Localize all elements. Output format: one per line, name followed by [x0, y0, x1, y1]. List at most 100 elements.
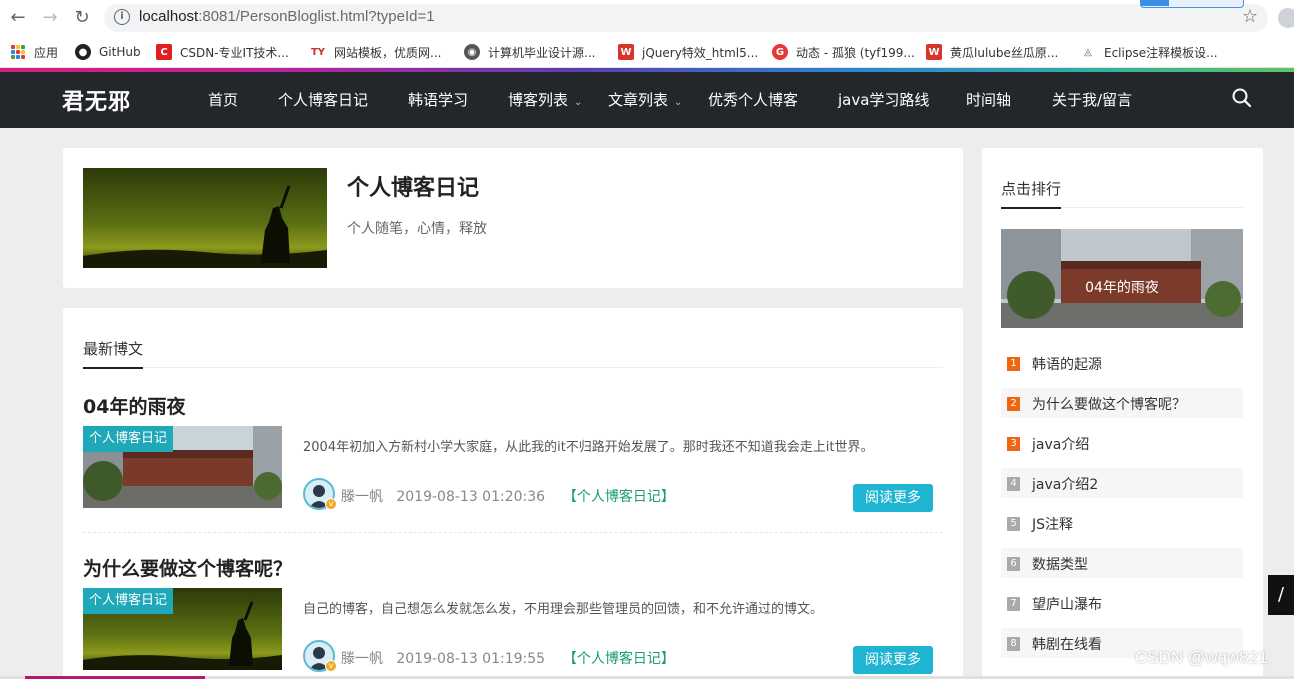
ranking-item[interactable]: 6 数据类型 — [1001, 548, 1243, 578]
post-author[interactable]: 滕一帆 — [341, 651, 383, 667]
category-header-card: 个人博客日记 个人随笔，心情，释放 — [63, 148, 963, 288]
ranking-title[interactable]: 为什么要做这个博客呢？ — [1032, 394, 1186, 414]
ty-icon: TY — [310, 44, 326, 60]
bookmark-eclipse[interactable]: ◬ Eclipse注释模板设... — [1080, 42, 1218, 62]
nav-home[interactable]: 首页 — [208, 89, 238, 110]
ranking-title[interactable]: 数据类型 — [1032, 554, 1088, 574]
latest-posts-card: 最新博文 04年的雨夜 个人博客日记 2004年初加入方新村小学大家庭，从此我的… — [63, 308, 963, 679]
read-more-button[interactable]: 阅读更多 — [853, 646, 933, 674]
chevron-down-icon: ⌄ — [574, 97, 583, 108]
info-icon[interactable]: i — [114, 9, 130, 25]
read-more-button[interactable]: 阅读更多 — [853, 484, 933, 512]
ranking-item[interactable]: 4 java介绍2 — [1001, 468, 1243, 498]
category-title: 个人博客日记 — [347, 176, 480, 201]
post-category-link[interactable]: 个人博客日记 — [577, 489, 661, 505]
csdn-icon: C — [156, 44, 172, 60]
back-arrow-icon[interactable]: ← — [6, 5, 30, 29]
address-bar[interactable]: i localhost:8081/PersonBloglist.html?typ… — [104, 4, 1268, 32]
chevron-down-icon: ⌄ — [674, 97, 683, 108]
bookmark-lulube[interactable]: W 黄瓜lulube丝瓜原... — [926, 42, 1058, 62]
post-excerpt: 自己的博客，自己想怎么发就怎么发，不用理会那些管理员的回馈，和不允许通过的博文。 — [303, 602, 824, 617]
post-thumbnail[interactable]: 个人博客日记 — [83, 588, 282, 670]
bookmark-github[interactable]: ● GitHub — [75, 42, 141, 62]
rank-number: 5 — [1007, 517, 1020, 531]
post-item: 为什么要做这个博客呢？ 个人博客日记 自己的博客，自己想怎么发就怎么发，不用理会… — [83, 554, 943, 679]
ranking-item[interactable]: 1 韩语的起源 — [1001, 348, 1243, 378]
ranking-item[interactable]: 3 java介绍 — [1001, 428, 1243, 458]
post-meta: 滕一帆 2019-08-13 01:20:36 【个人博客日记】 — [341, 489, 675, 505]
watermark: CSDN @wqw821 — [1135, 648, 1268, 667]
ranking-title[interactable]: 韩剧在线看 — [1032, 634, 1102, 654]
post-item: 04年的雨夜 个人博客日记 2004年初加入方新村小学大家庭，从此我的it不归路… — [83, 392, 943, 532]
address-url[interactable]: localhost:8081/PersonBloglist.html?typeI… — [139, 8, 435, 25]
jq-icon: W — [618, 44, 634, 60]
bookmark-dynamic[interactable]: G 动态 - 孤狼 (tyf199... — [772, 42, 915, 62]
post-category-tag[interactable]: 个人博客日记 — [83, 588, 174, 614]
ranking-title[interactable]: 韩语的起源 — [1032, 354, 1102, 374]
bookmark-jquery[interactable]: W jQuery特效_html5... — [618, 42, 758, 62]
bookmarks-bar: 应用 ● GitHub C CSDN-专业IT技术... TY 网站模板，优质网… — [0, 36, 1294, 68]
rank-number: 2 — [1007, 397, 1020, 411]
post-category-link[interactable]: 个人博客日记 — [577, 651, 661, 667]
bookmark-csdn[interactable]: C CSDN-专业IT技术... — [156, 42, 289, 62]
post-meta: 滕一帆 2019-08-13 01:19:55 【个人博客日记】 — [341, 651, 675, 667]
nav-blog-list[interactable]: 博客列表 ⌄ — [508, 89, 582, 110]
jq-icon: W — [926, 44, 942, 60]
side-float-button[interactable]: / — [1268, 575, 1294, 615]
profile-avatar[interactable] — [1278, 8, 1294, 28]
site-header: 君无邪 首页 个人博客日记 韩语学习 博客列表 ⌄ 文章列表 ⌄ 优秀个人博客 ja… — [0, 72, 1294, 128]
apps-grid-icon — [10, 44, 26, 60]
category-subtitle: 个人随笔，心情，释放 — [347, 221, 487, 237]
ranking-item[interactable]: 5 JS注释 — [1001, 508, 1243, 538]
latest-posts-heading: 最新博文 — [83, 338, 943, 369]
ranking-item[interactable]: 7 望庐山瀑布 — [1001, 588, 1243, 618]
nav-article-list[interactable]: 文章列表 ⌄ — [608, 89, 682, 110]
browser-toolbar: ← → ↻ i localhost:8081/PersonBloglist.ht… — [0, 0, 1294, 36]
click-ranking-card: 点击排行 04年的雨夜 1 韩语的起源 2 为什么要做这个博客呢？ 3 java… — [982, 148, 1263, 679]
extension-badge[interactable] — [1140, 0, 1244, 8]
nav-korean[interactable]: 韩语学习 — [408, 89, 468, 110]
post-title[interactable]: 为什么要做这个博客呢？ — [83, 554, 292, 581]
post-thumbnail[interactable]: 个人博客日记 — [83, 426, 282, 508]
ranking-title[interactable]: 望庐山瀑布 — [1032, 594, 1102, 614]
nav-java-route[interactable]: java学习路线 — [838, 89, 929, 110]
bookmark-apps[interactable]: 应用 — [10, 42, 58, 62]
forward-arrow-icon[interactable]: → — [38, 5, 62, 29]
bookmark-graduation[interactable]: ◉ 计算机毕业设计源... — [464, 42, 595, 62]
rank-number: 8 — [1007, 637, 1020, 651]
nav-personal-diary[interactable]: 个人博客日记 — [278, 89, 368, 110]
bookmark-templates[interactable]: TY 网站模板，优质网... — [310, 42, 441, 62]
github-icon: ● — [75, 44, 91, 60]
rank-number: 4 — [1007, 477, 1020, 491]
ranking-title[interactable]: java介绍 — [1032, 434, 1089, 454]
eclipse-icon: ◬ — [1080, 44, 1096, 60]
post-title[interactable]: 04年的雨夜 — [83, 392, 185, 419]
weibo-icon: G — [772, 44, 788, 60]
post-category-tag[interactable]: 个人博客日记 — [83, 426, 174, 452]
bookmark-star-icon[interactable]: ☆ — [1242, 6, 1258, 27]
featured-post-image[interactable]: 04年的雨夜 — [1001, 229, 1243, 328]
reload-icon[interactable]: ↻ — [70, 5, 94, 29]
post-excerpt: 2004年初加入方新村小学大家庭，从此我的it不归路开始发展了。那时我还不知道我… — [303, 440, 874, 455]
post-author[interactable]: 滕一帆 — [341, 489, 383, 505]
ranking-item[interactable]: 2 为什么要做这个博客呢？ — [1001, 388, 1243, 418]
category-cover-image — [83, 168, 327, 268]
verified-badge-icon: v — [325, 498, 337, 510]
ranking-title[interactable]: JS注释 — [1032, 514, 1073, 534]
click-ranking-heading: 点击排行 — [1001, 178, 1243, 209]
post-date: 2019-08-13 01:19:55 — [396, 651, 546, 667]
rank-number: 1 — [1007, 357, 1020, 371]
nav-about[interactable]: 关于我/留言 — [1052, 89, 1132, 110]
post-divider — [83, 532, 943, 533]
verified-badge-icon: v — [325, 660, 337, 672]
site-logo[interactable]: 君无邪 — [62, 84, 131, 116]
post-date: 2019-08-13 01:20:36 — [396, 489, 546, 505]
featured-post-caption[interactable]: 04年的雨夜 — [1001, 277, 1243, 297]
rank-number: 6 — [1007, 557, 1020, 571]
rank-number: 7 — [1007, 597, 1020, 611]
rank-number: 3 — [1007, 437, 1020, 451]
search-icon[interactable] — [1232, 87, 1252, 109]
ranking-title[interactable]: java介绍2 — [1032, 474, 1098, 494]
nav-timeline[interactable]: 时间轴 — [966, 89, 1011, 110]
nav-excellent-blogs[interactable]: 优秀个人博客 — [708, 89, 798, 110]
